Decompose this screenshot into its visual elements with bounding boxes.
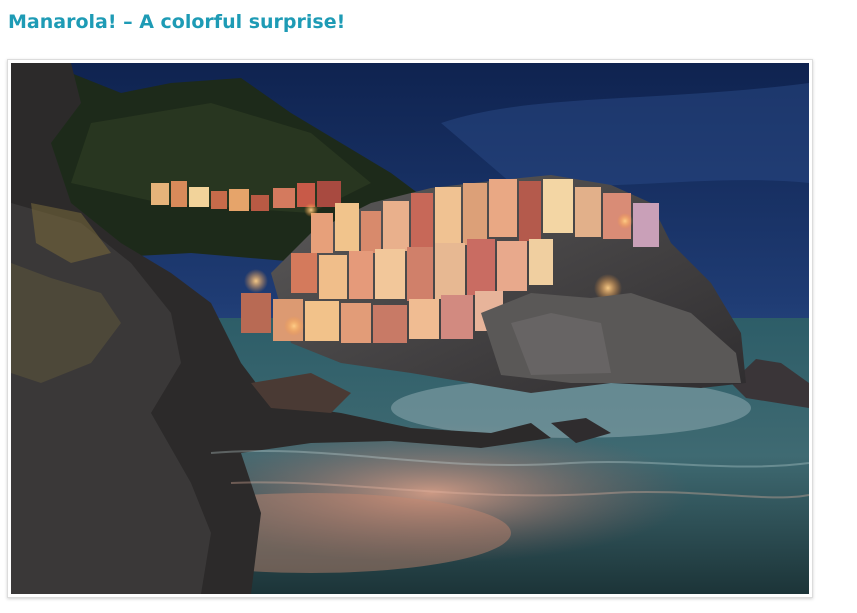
photo-frame [7,59,813,598]
post-title[interactable]: Manarola! – A colorful surprise! [8,9,345,35]
manarola-photo[interactable] [11,63,809,594]
